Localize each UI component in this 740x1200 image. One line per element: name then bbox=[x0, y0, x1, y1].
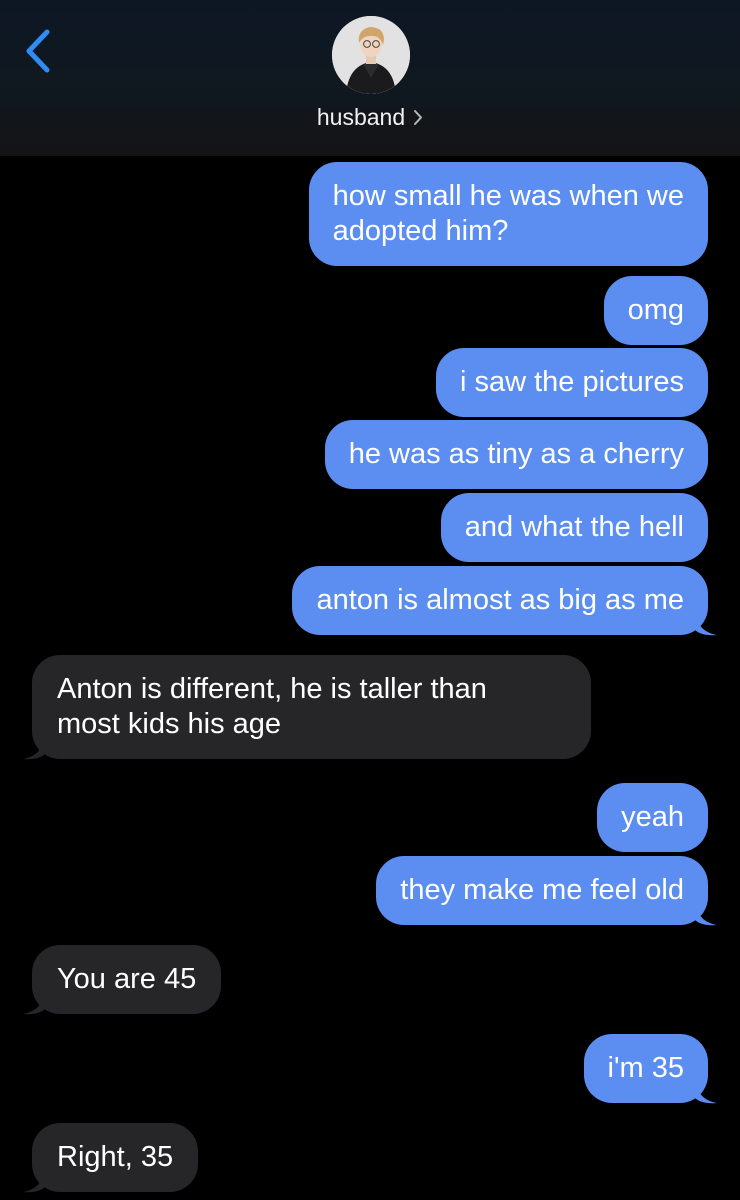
sent-message[interactable]: yeah bbox=[597, 783, 708, 852]
contact-name: husband bbox=[316, 104, 406, 130]
received-message[interactable]: Right, 35 bbox=[23, 1123, 199, 1193]
profile-photo bbox=[332, 16, 410, 94]
message-text: Right, 35 bbox=[57, 1141, 174, 1173]
chevron-right-icon bbox=[413, 105, 423, 132]
message-text: i saw the pictures bbox=[459, 366, 684, 398]
sent-message[interactable]: i'm 35 bbox=[583, 1034, 717, 1104]
message-text-line: how small he was when we bbox=[332, 180, 684, 212]
message-text: i'm 35 bbox=[607, 1052, 684, 1084]
message-text-line: Anton is different, he is taller than bbox=[57, 673, 487, 705]
sent-message[interactable]: i saw the pictures bbox=[435, 348, 708, 417]
chevron-left-icon bbox=[26, 29, 50, 73]
message-text-line: most kids his age bbox=[57, 708, 282, 740]
sent-message[interactable]: he was as tiny as a cherry bbox=[324, 420, 708, 489]
sent-message[interactable]: how small he was when we adopted him? bbox=[308, 162, 708, 266]
conversation-header: husband bbox=[0, 0, 740, 156]
message-text: omg bbox=[627, 294, 684, 326]
sent-message[interactable]: they make me feel old bbox=[376, 856, 717, 926]
bubble-tail bbox=[695, 612, 717, 636]
message-text: anton is almost as big as me bbox=[316, 584, 684, 616]
bubble-tail bbox=[23, 1169, 45, 1193]
bubble-tail bbox=[695, 1080, 717, 1104]
received-message[interactable]: You are 45 bbox=[23, 945, 222, 1015]
bubble-tail bbox=[23, 736, 45, 760]
sent-message[interactable]: omg bbox=[603, 276, 708, 345]
bubble-tail bbox=[695, 902, 717, 926]
message-text: he was as tiny as a cherry bbox=[348, 438, 684, 470]
message-text: and what the hell bbox=[464, 511, 684, 543]
message-text: You are 45 bbox=[57, 963, 197, 995]
back-button[interactable] bbox=[20, 26, 60, 76]
message-text: yeah bbox=[621, 801, 684, 833]
received-message[interactable]: Anton is different, he is taller than mo… bbox=[23, 655, 591, 760]
message-text-line: adopted him? bbox=[332, 215, 509, 247]
contact-name-button[interactable]: husband bbox=[0, 104, 740, 132]
avatar[interactable] bbox=[332, 16, 410, 94]
message-text: they make me feel old bbox=[400, 874, 684, 906]
sent-message[interactable]: anton is almost as big as me bbox=[292, 566, 717, 636]
bubble-tail bbox=[23, 991, 45, 1015]
sent-message[interactable]: and what the hell bbox=[440, 493, 708, 562]
